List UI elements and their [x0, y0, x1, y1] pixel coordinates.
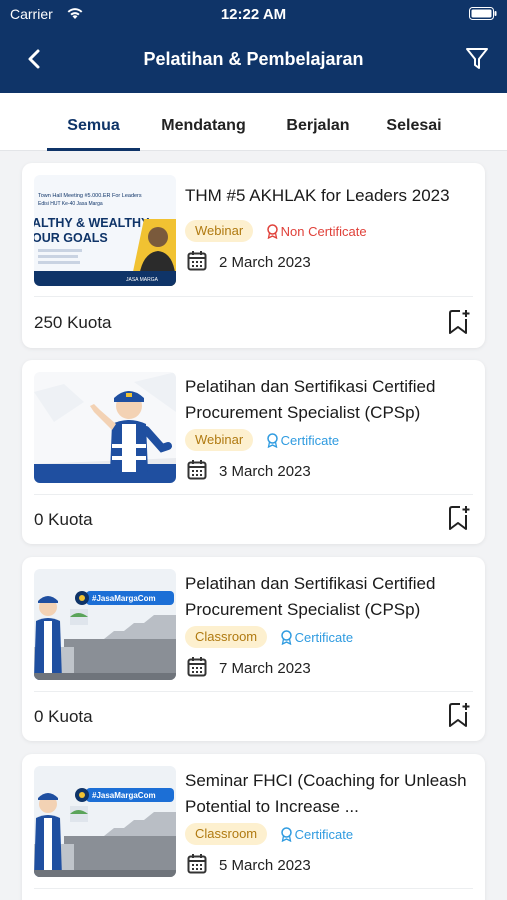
- date-row: 5 March 2023: [187, 853, 311, 875]
- certificate-status: Certificate: [280, 629, 354, 645]
- certificate-badge-icon: [280, 826, 292, 842]
- certificate-label: Non Certificate: [280, 223, 367, 239]
- card-divider: [34, 888, 473, 889]
- card-divider: [34, 494, 473, 495]
- page-title: Pelatihan & Pembelajaran: [143, 49, 364, 69]
- bookmark-add-icon[interactable]: [447, 309, 471, 335]
- tab-selesai[interactable]: Selesai: [380, 93, 448, 151]
- certificate-badge-icon: [266, 223, 278, 239]
- calendar-icon: [187, 657, 207, 677]
- tab-berjalan[interactable]: Berjalan: [278, 93, 358, 151]
- date-row: 3 March 2023: [187, 459, 311, 481]
- tag-row: Classroom Certificate: [185, 823, 353, 847]
- type-tag: Webinar: [185, 429, 254, 451]
- type-tag: Classroom: [185, 626, 268, 648]
- status-time: 12:22 AM: [220, 6, 287, 23]
- banner-big2: OUR GOALS: [34, 231, 108, 245]
- thumbnail-image: #JasaMargaCom: [34, 569, 176, 680]
- calendar-icon: [187, 460, 207, 480]
- type-tag: Webinar: [185, 220, 254, 242]
- certificate-status: Non Certificate: [266, 224, 367, 239]
- card-title: THM #5 AKHLAK for Leaders 2023: [185, 186, 450, 205]
- quota-label: 250 Kuota: [34, 313, 112, 332]
- nav-bar: Pelatihan & Pembelajaran: [0, 38, 507, 82]
- date-row: 2 March 2023: [187, 250, 311, 272]
- calendar-icon: [187, 251, 207, 271]
- banner-big1: ALTHY & WEALTHY: [34, 216, 150, 230]
- card-divider: [34, 296, 473, 297]
- training-card[interactable]: #JasaMargaCom Seminar FHCI (Coaching for…: [22, 754, 485, 900]
- event-date: 7 March 2023: [219, 660, 311, 677]
- quota-label: 0 Kuota: [34, 707, 93, 726]
- quota-label: 0 Kuota: [34, 510, 93, 529]
- card-title: Pelatihan dan Sertifikasi Certified Proc…: [185, 574, 436, 619]
- certificate-label: Certificate: [280, 432, 340, 448]
- tab-bar: Semua Mendatang Berjalan Selesai: [0, 93, 507, 151]
- tab-mendatang[interactable]: Mendatang: [152, 93, 255, 151]
- bookmark-add-icon[interactable]: [447, 702, 471, 728]
- banner-footer: JASA MARGA: [126, 277, 159, 283]
- tag-row: Webinar Non Certificate: [185, 220, 367, 244]
- certificate-badge-icon: [280, 629, 292, 645]
- thumbnail-image: Town Hall Meeting #5.000.ER For Leaders …: [34, 175, 176, 286]
- banner-hashtag: #JasaMargaCom: [92, 791, 156, 800]
- filter-icon[interactable]: [465, 46, 489, 72]
- tag-row: Webinar Certificate: [185, 429, 339, 453]
- certificate-badge-icon: [266, 432, 278, 448]
- bookmark-add-icon[interactable]: [447, 505, 471, 531]
- app-header: Carrier 12:22 AM Pelatihan & Pembelajara…: [0, 0, 507, 93]
- event-date: 3 March 2023: [219, 463, 311, 480]
- thumbnail-image: #JasaMargaCom: [34, 766, 176, 877]
- card-divider: [34, 691, 473, 692]
- date-row: 7 March 2023: [187, 656, 311, 678]
- type-tag: Classroom: [185, 823, 268, 845]
- training-card[interactable]: Town Hall Meeting #5.000.ER For Leaders …: [22, 163, 485, 348]
- thumbnail-image: [34, 372, 176, 483]
- banner-hashtag: #JasaMargaCom: [92, 594, 156, 603]
- certificate-label: Certificate: [294, 629, 354, 645]
- card-title: Pelatihan dan Sertifikasi Certified Proc…: [185, 377, 436, 422]
- card-title: Seminar FHCI (Coaching for Unleash Poten…: [185, 771, 467, 816]
- tab-semua[interactable]: Semua: [47, 93, 140, 151]
- training-card[interactable]: Pelatihan dan Sertifikasi Certified Proc…: [22, 360, 485, 544]
- event-date: 5 March 2023: [219, 857, 311, 874]
- battery-icon: [469, 7, 497, 20]
- banner-line2: Edisi HUT Ke-40 Jasa Marga: [38, 201, 103, 207]
- certificate-status: Certificate: [280, 826, 354, 842]
- tag-row: Classroom Certificate: [185, 626, 353, 650]
- event-date: 2 March 2023: [219, 254, 311, 271]
- calendar-icon: [187, 854, 207, 874]
- status-bar: Carrier 12:22 AM: [0, 0, 507, 28]
- certificate-status: Certificate: [266, 432, 340, 448]
- certificate-label: Certificate: [294, 826, 354, 842]
- training-card[interactable]: #JasaMargaCom Pelatihan dan Sertifikasi …: [22, 557, 485, 741]
- banner-line1: Town Hall Meeting #5.000.ER For Leaders: [38, 193, 142, 199]
